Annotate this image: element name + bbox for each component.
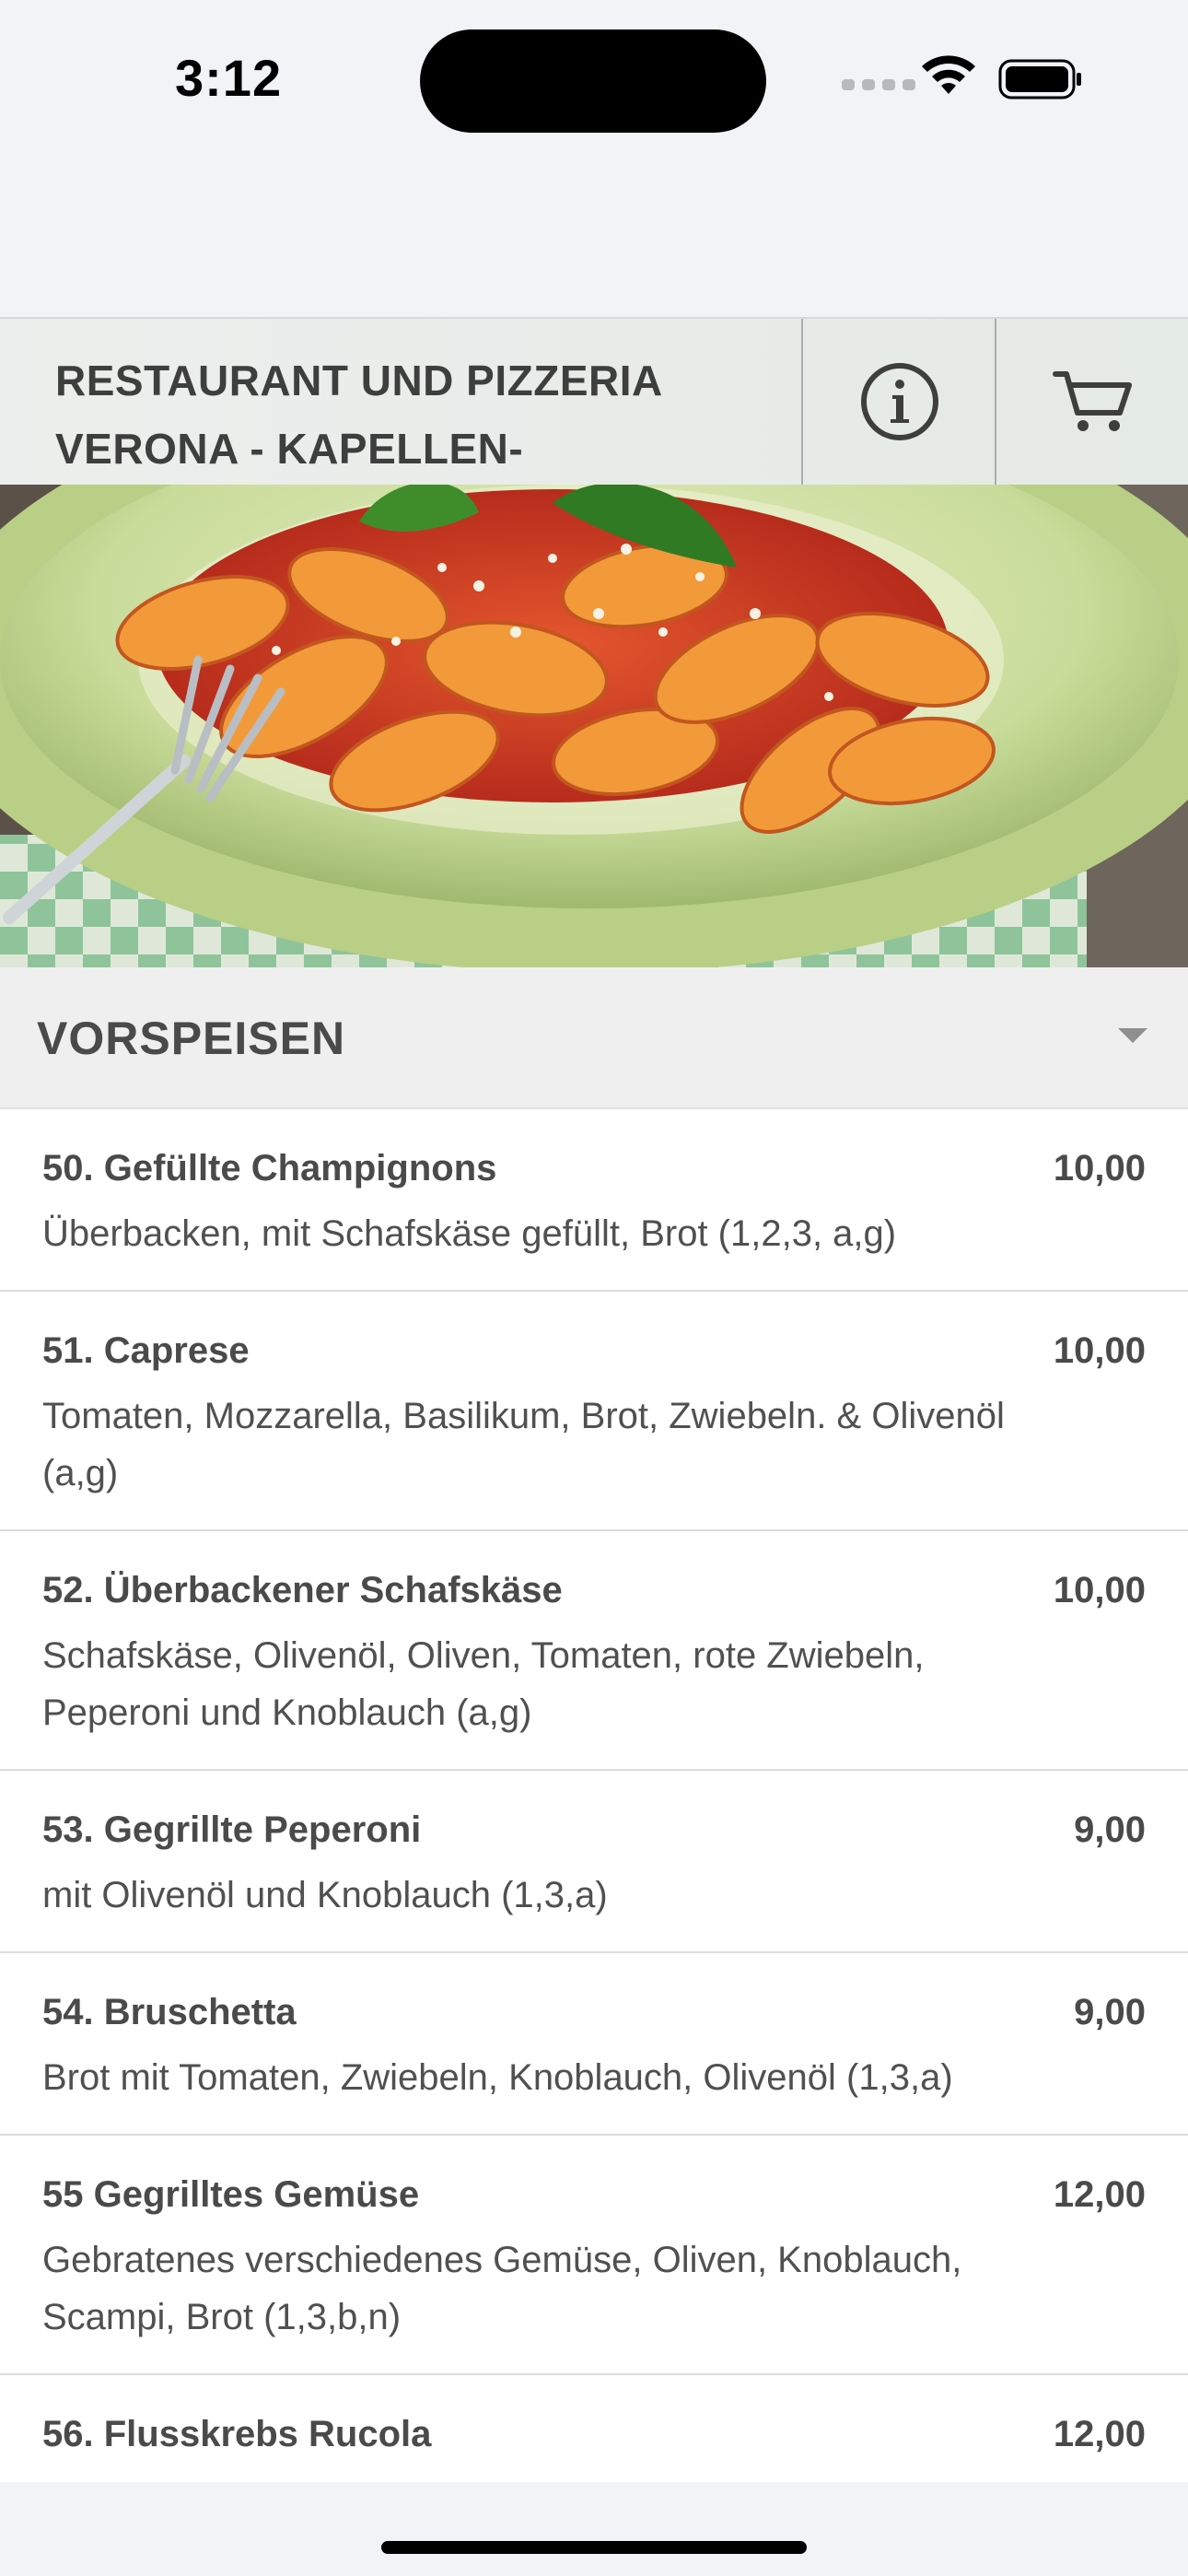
menu-item[interactable]: 56. Flusskrebs Rucola 12,00 Gebratene Fl… (0, 2375, 1188, 2482)
item-name: 54. Bruschetta (42, 1992, 297, 2032)
info-button[interactable] (803, 319, 996, 485)
status-time: 3:12 (175, 49, 283, 107)
item-name: 53. Gegrillte Peperoni (42, 1809, 422, 1850)
item-description: Tomaten, Mozzarella, Basilikum, Brot, Zw… (42, 1396, 1005, 1493)
hero-food-image (0, 485, 1188, 967)
menu-item[interactable]: 52. Überbackener Schafskäse 10,00 Schafs… (0, 1531, 1188, 1771)
restaurant-name: RESTAURANT UND PIZZERIA VERONA - KAPELLE… (55, 346, 774, 483)
info-icon (861, 363, 938, 440)
item-description: Gebratenes verschiedenes Gemüse, Oliven,… (42, 2240, 962, 2337)
menu-item[interactable]: 53. Gegrillte Peperoni 9,00 mit Olivenöl… (0, 1771, 1188, 1953)
item-price: 10,00 (1053, 1570, 1146, 1610)
item-price: 9,00 (1074, 1992, 1146, 2032)
item-price: 9,00 (1074, 1809, 1146, 1850)
menu-item[interactable]: 55 Gegrilltes Gemüse 12,00 Gebratenes ve… (0, 2136, 1188, 2375)
menu-item[interactable]: 54. Bruschetta 9,00 Brot mit Tomaten, Zw… (0, 1953, 1188, 2136)
bottom-safe-area (0, 2482, 1188, 2576)
item-description: Überbacken, mit Schafskäse gefüllt, Brot… (42, 1213, 897, 1254)
gnocchi-dish-image (0, 485, 1188, 967)
wifi-icon (922, 55, 975, 94)
cart-icon (1053, 371, 1132, 431)
restaurant-name-line2: VERONA - KAPELLEN- (55, 425, 524, 473)
status-bar: 3:12 (0, 0, 1188, 157)
item-name: 51. Caprese (42, 1330, 250, 1371)
item-description: Schafskäse, Olivenöl, Oliven, Tomaten, r… (42, 1635, 925, 1733)
menu-item[interactable]: 50. Gefüllte Champignons 10,00 Überbacke… (0, 1109, 1188, 1292)
menu-item[interactable]: 51. Caprese 10,00 Tomaten, Mozzarella, B… (0, 1292, 1188, 1531)
restaurant-name-line1: RESTAURANT UND PIZZERIA (55, 357, 663, 404)
item-name: 56. Flusskrebs Rucola (42, 2414, 432, 2454)
item-name: 52. Überbackener Schafskäse (42, 1570, 563, 1610)
item-name: 55 Gegrilltes Gemüse (42, 2174, 420, 2215)
item-description: Brot mit Tomaten, Zwiebeln, Knoblauch, O… (42, 2057, 953, 2098)
item-price: 10,00 (1053, 1148, 1146, 1188)
item-description: Gebratene Flusskrebs, Knoblauch auf Ruco… (42, 2471, 1055, 2482)
item-name: 50. Gefüllte Champignons (42, 1148, 497, 1188)
cellular-signal-icon (842, 79, 915, 90)
item-price: 12,00 (1053, 2414, 1146, 2454)
item-price: 12,00 (1053, 2174, 1146, 2215)
chevron-down-icon[interactable] (1118, 1028, 1147, 1043)
category-title: VORSPEISEN (37, 1013, 346, 1064)
cart-button[interactable] (998, 319, 1188, 485)
dynamic-island (420, 29, 766, 133)
item-price: 10,00 (1053, 1330, 1146, 1371)
home-indicator[interactable] (381, 2541, 807, 2554)
menu-item-list: 50. Gefüllte Champignons 10,00 Überbacke… (0, 1109, 1188, 2482)
restaurant-header: RESTAURANT UND PIZZERIA VERONA - KAPELLE… (0, 317, 1188, 486)
header-divider (995, 319, 996, 485)
category-header-vorspeisen[interactable]: VORSPEISEN (0, 967, 1188, 1109)
battery-icon (998, 59, 1081, 100)
item-description: mit Olivenöl und Knoblauch (1,3,a) (42, 1875, 608, 1915)
